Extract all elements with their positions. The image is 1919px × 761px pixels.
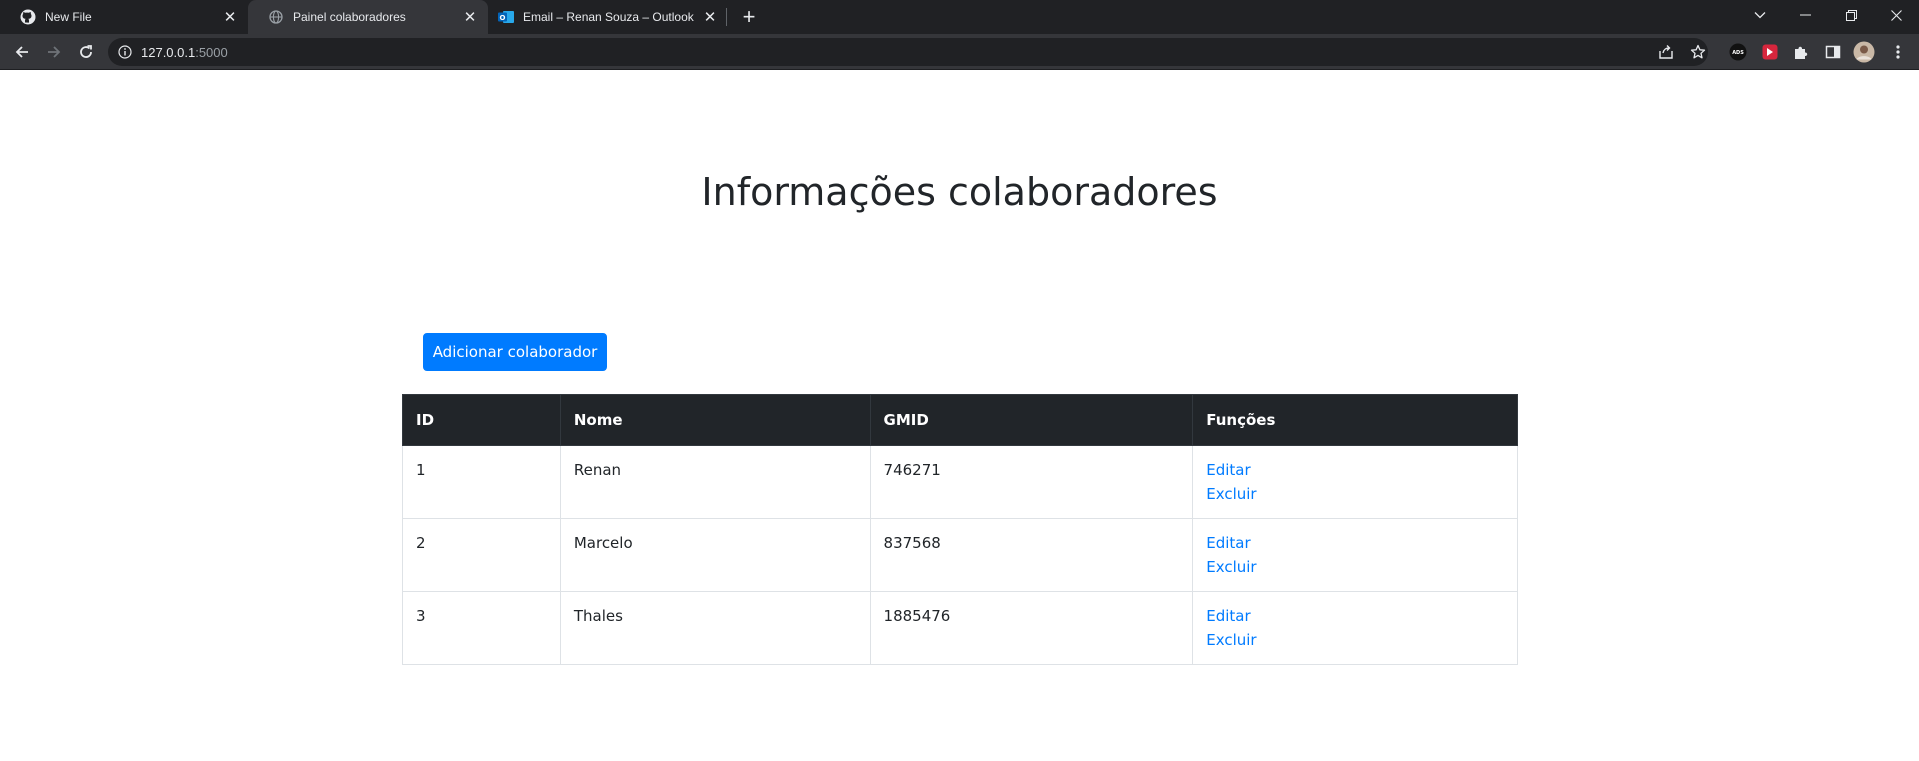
cell-funcoes: Editar Excluir bbox=[1192, 591, 1518, 665]
cell-nome: Marcelo bbox=[559, 518, 871, 592]
profile-avatar[interactable] bbox=[1853, 41, 1875, 63]
minimize-icon[interactable] bbox=[1782, 0, 1828, 30]
header-gmid: GMID bbox=[869, 394, 1194, 446]
tab-search-chevron-icon[interactable] bbox=[1737, 0, 1783, 30]
table-row: 3 Thales 1885476 Editar Excluir bbox=[402, 591, 1518, 665]
cell-funcoes: Editar Excluir bbox=[1192, 518, 1518, 592]
close-tab-icon[interactable]: ✕ bbox=[222, 9, 238, 26]
close-tab-icon[interactable]: ✕ bbox=[462, 9, 478, 26]
cell-id: 2 bbox=[402, 518, 561, 592]
bookmark-star-icon[interactable] bbox=[1686, 40, 1710, 64]
tab-separator bbox=[726, 8, 727, 26]
url-host: 127.0.0.1 bbox=[141, 44, 196, 60]
edit-link[interactable]: Editar bbox=[1206, 604, 1504, 628]
table-row: 2 Marcelo 837568 Editar Excluir bbox=[402, 518, 1518, 592]
tab-outlook[interactable]: O Email – Renan Souza – Outlook ✕ bbox=[488, 0, 728, 34]
ads-extension-icon[interactable]: ADS bbox=[1727, 41, 1749, 63]
delete-link[interactable]: Excluir bbox=[1206, 555, 1504, 579]
reload-icon[interactable] bbox=[72, 38, 100, 66]
site-info-icon[interactable] bbox=[118, 45, 132, 59]
cell-id: 3 bbox=[402, 591, 561, 665]
forward-arrow-icon[interactable] bbox=[40, 38, 68, 66]
header-nome: Nome bbox=[559, 394, 871, 446]
svg-text:ADS: ADS bbox=[1732, 50, 1744, 56]
page-title: Informações colaboradores bbox=[701, 170, 1218, 214]
cell-nome: Thales bbox=[559, 591, 871, 665]
cell-nome: Renan bbox=[559, 445, 871, 519]
tab-title: Painel colaboradores bbox=[293, 10, 406, 24]
back-arrow-icon[interactable] bbox=[8, 38, 36, 66]
kebab-menu-icon[interactable] bbox=[1887, 41, 1909, 63]
cell-gmid: 837568 bbox=[869, 518, 1194, 592]
github-icon bbox=[20, 9, 36, 25]
table-header-row: ID Nome GMID Funções bbox=[402, 394, 1518, 446]
svg-text:O: O bbox=[500, 14, 506, 22]
tab-title: Email – Renan Souza – Outlook bbox=[523, 10, 694, 24]
red-extension-icon[interactable] bbox=[1759, 41, 1781, 63]
colaboradores-table: ID Nome GMID Funções 1 Renan 746271 Edit… bbox=[402, 394, 1518, 665]
header-funcoes: Funções bbox=[1192, 394, 1518, 446]
cell-id: 1 bbox=[402, 445, 561, 519]
close-window-icon[interactable] bbox=[1873, 0, 1919, 30]
tab-strip: New File ✕ Painel colaboradores ✕ O Emai… bbox=[0, 0, 1919, 34]
address-bar[interactable]: 127.0.0.1 :5000 bbox=[108, 38, 1708, 66]
browser-toolbar: 127.0.0.1 :5000 ADS bbox=[0, 34, 1919, 70]
edit-link[interactable]: Editar bbox=[1206, 531, 1504, 555]
globe-icon bbox=[268, 9, 284, 25]
share-icon[interactable] bbox=[1654, 40, 1678, 64]
close-tab-icon[interactable]: ✕ bbox=[702, 9, 718, 26]
add-colaborador-button[interactable]: Adicionar colaborador bbox=[423, 333, 607, 371]
tab-painel-colaboradores[interactable]: Painel colaboradores ✕ bbox=[248, 0, 488, 34]
tab-new-file[interactable]: New File ✕ bbox=[0, 0, 248, 34]
puzzle-icon[interactable] bbox=[1790, 41, 1812, 63]
side-panel-icon[interactable] bbox=[1822, 41, 1844, 63]
tab-title: New File bbox=[45, 10, 92, 24]
restore-icon[interactable] bbox=[1828, 0, 1874, 30]
new-tab-plus-icon[interactable]: + bbox=[736, 4, 762, 30]
table-row: 1 Renan 746271 Editar Excluir bbox=[402, 445, 1518, 519]
delete-link[interactable]: Excluir bbox=[1206, 628, 1504, 652]
cell-gmid: 746271 bbox=[869, 445, 1194, 519]
cell-funcoes: Editar Excluir bbox=[1192, 445, 1518, 519]
outlook-icon: O bbox=[498, 9, 514, 25]
url-port: :5000 bbox=[195, 44, 228, 60]
edit-link[interactable]: Editar bbox=[1206, 458, 1504, 482]
delete-link[interactable]: Excluir bbox=[1206, 482, 1504, 506]
header-id: ID bbox=[402, 394, 561, 446]
cell-gmid: 1885476 bbox=[869, 591, 1194, 665]
